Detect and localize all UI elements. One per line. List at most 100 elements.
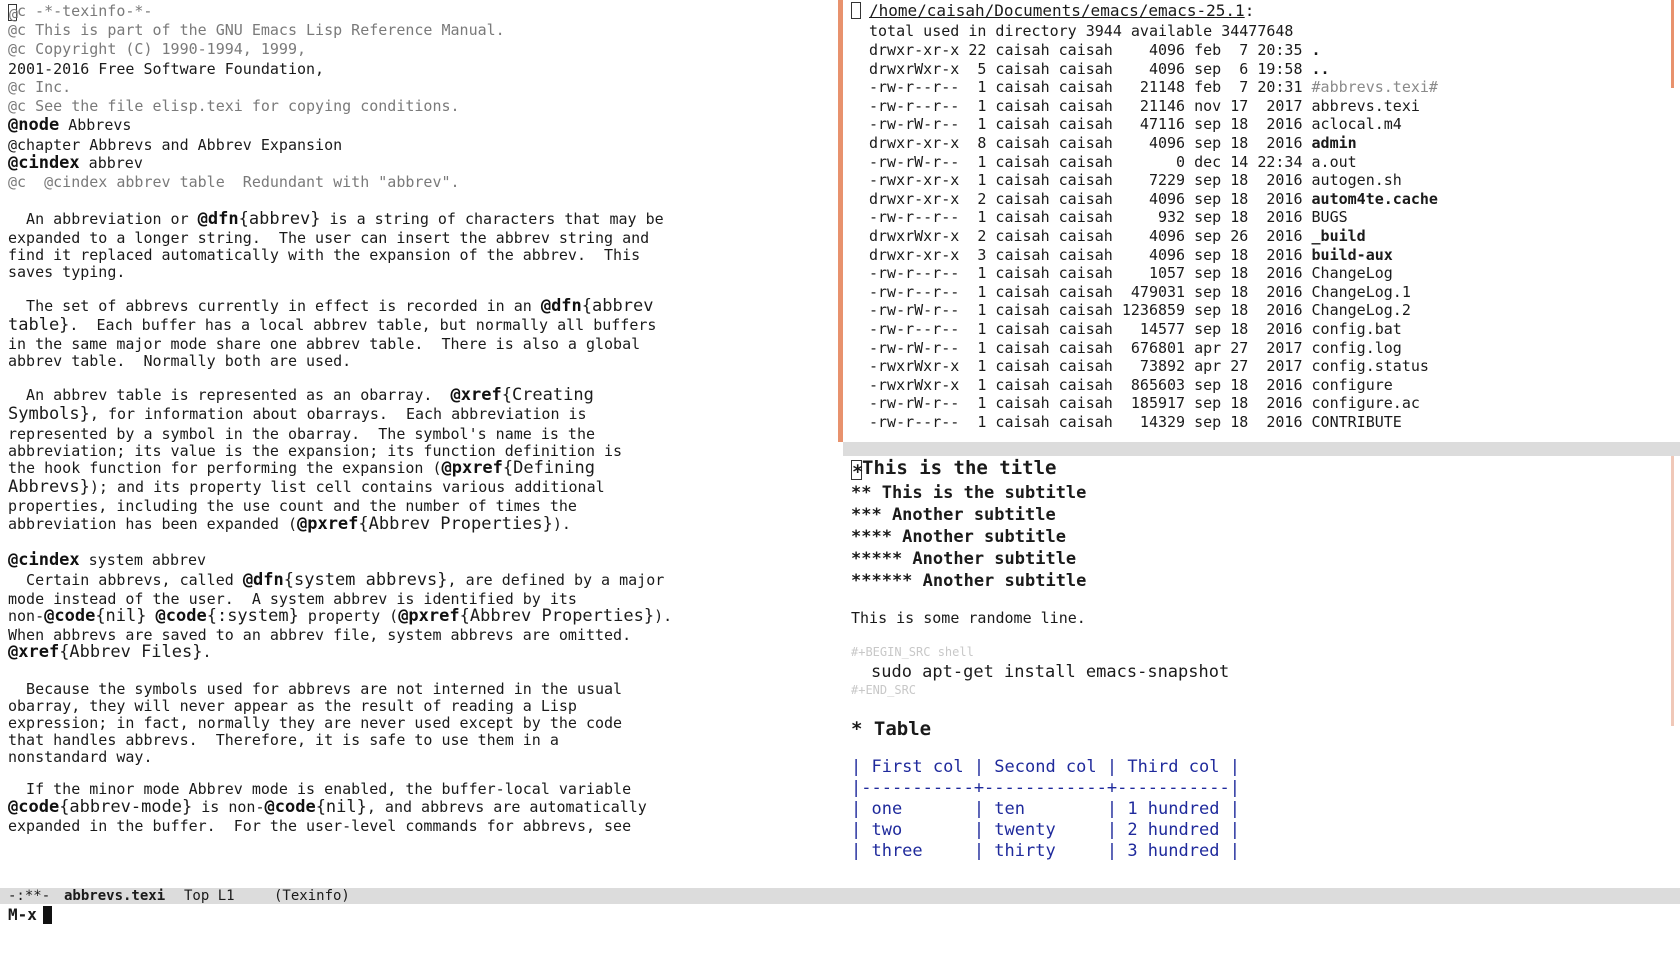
buffer-line: expanded in the buffer. For the user-lev… [8, 817, 632, 835]
org-heading-5[interactable]: ***** Another subtitle [851, 549, 1076, 569]
dired-file-name[interactable]: aclocal.m4 [1312, 115, 1402, 133]
modeline-buffer-name[interactable]: abbrevs.texi [64, 888, 165, 904]
org-table-row[interactable]: | three | thirty | 3 hundred | [851, 841, 1240, 861]
org-heading-6[interactable]: ****** Another subtitle [851, 571, 1086, 591]
org-heading-2[interactable]: ** This is the subtitle [851, 483, 1086, 503]
buffer-line: 2001-2016 Free Software Foundation, [8, 60, 325, 78]
dired-file-row[interactable]: -rwxrWxr-x 1 caisah caisah 865603 sep 18… [869, 376, 1393, 395]
dired-file-row[interactable]: -rw-rW-r-- 1 caisah caisah 185917 sep 18… [869, 394, 1420, 413]
dired-file-name[interactable]: .. [1312, 60, 1330, 78]
dired-file-name[interactable]: CONTRIBUTE [1312, 413, 1402, 431]
buffer-line: non-@code{nil} @code{:system} property (… [8, 606, 673, 626]
dired-file-name[interactable]: ChangeLog [1312, 264, 1393, 282]
dired-file-attrs: -rw-r--r-- 1 caisah caisah 21148 feb 7 2… [869, 78, 1312, 97]
buffer-line: saves typing. [8, 263, 126, 281]
org-table-rule: |-----------+------------+-----------| [851, 778, 1240, 798]
minibuffer[interactable]: M-x [8, 905, 52, 925]
dired-file-name[interactable]: . [1312, 41, 1321, 59]
dired-file-name[interactable]: a.out [1312, 153, 1357, 171]
org-end-src: #+END_SRC [851, 683, 917, 697]
dired-file-name[interactable]: build-aux [1312, 246, 1393, 264]
point-cursor: @ [8, 4, 19, 23]
dired-file-name[interactable]: BUGS [1312, 208, 1348, 226]
buffer-line: @node Abbrevs [8, 115, 132, 135]
dired-file-attrs: -rw-r--r-- 1 caisah caisah 14577 sep 18 … [869, 320, 1312, 338]
buffer-line: @c @cindex abbrev table Redundant with "… [8, 173, 460, 191]
dired-file-attrs: drwxr-xr-x 22 caisah caisah 4096 feb 7 2… [869, 41, 1312, 59]
dired-file-attrs: -rw-r--r-- 1 caisah caisah 21146 nov 17 … [869, 96, 1312, 115]
dired-file-row[interactable]: -rw-r--r-- 1 caisah caisah 1057 sep 18 2… [869, 264, 1393, 283]
dired-file-name[interactable]: autom4te.cache [1312, 190, 1438, 208]
dired-file-attrs: -rw-r--r-- 1 caisah caisah 479031 sep 18… [869, 282, 1312, 301]
dired-file-row[interactable]: drwxrWxr-x 5 caisah caisah 4096 sep 6 19… [869, 60, 1330, 79]
dired-file-row[interactable]: -rw-r--r-- 1 caisah caisah 479031 sep 18… [869, 283, 1411, 302]
buffer-line: abbrev table. Normally both are used. [8, 352, 352, 370]
modeline-major-mode[interactable]: (Texinfo) [274, 888, 350, 904]
org-src-code: sudo apt-get install emacs-snapshot [871, 662, 1230, 682]
dired-file-row[interactable]: drwxr-xr-x 3 caisah caisah 4096 sep 18 2… [869, 246, 1393, 265]
org-text-line: This is some randome line. [851, 609, 1086, 627]
buffer-line: @c This is part of the GNU Emacs Lisp Re… [8, 21, 505, 39]
mode-line[interactable]: -:**- abbrevs.texi Top L1 (Texinfo) [0, 888, 1680, 904]
buffer-line: @c Inc. [8, 78, 72, 96]
dired-file-row[interactable]: drwxrWxr-x 2 caisah caisah 4096 sep 26 2… [869, 227, 1366, 246]
org-heading-4[interactable]: **** Another subtitle [851, 527, 1066, 547]
dired-file-attrs: -rw-rW-r-- 1 caisah caisah 47116 sep 18 … [869, 115, 1312, 134]
buffer-line: An abbreviation or @dfn{abbrev} is a str… [8, 209, 664, 229]
org-table-row[interactable]: | one | ten | 1 hundred | [851, 799, 1240, 819]
scrollbar[interactable] [1671, 0, 1674, 88]
dired-file-row[interactable]: -rw-rW-r-- 1 caisah caisah 0 dec 14 22:3… [869, 153, 1357, 172]
dired-file-row[interactable]: drwxr-xr-x 22 caisah caisah 4096 feb 7 2… [869, 41, 1321, 60]
org-buffer-window[interactable]: *This is the title ** This is the subtit… [843, 456, 1680, 888]
modeline-status: -:**- [8, 888, 51, 904]
dired-file-row[interactable]: -rw-r--r-- 1 caisah caisah 14577 sep 18 … [869, 320, 1402, 339]
dired-file-row[interactable]: -rw-rW-r-- 1 caisah caisah 1236859 sep 1… [869, 301, 1411, 320]
org-heading-3[interactable]: *** Another subtitle [851, 505, 1056, 525]
dired-file-row[interactable]: -rw-rW-r-- 1 caisah caisah 47116 sep 18 … [869, 115, 1402, 134]
dired-window[interactable]: /home/caisah/Documents/emacs/emacs-25.1:… [843, 0, 1680, 442]
scrollbar[interactable] [1671, 456, 1674, 726]
org-begin-src: #+BEGIN_SRC shell [851, 645, 974, 659]
dired-file-attrs: -rw-r--r-- 1 caisah caisah 14329 sep 18 … [869, 413, 1312, 431]
buffer-line: the hook function for performing the exp… [8, 458, 596, 478]
dired-file-row[interactable]: -rw-r--r-- 1 caisah caisah 932 sep 18 20… [869, 208, 1348, 227]
dired-file-row[interactable]: drwxr-xr-x 8 caisah caisah 4096 sep 18 2… [869, 134, 1357, 153]
texinfo-buffer-window[interactable]: @c -*-texinfo-*- @c This is part of the … [0, 0, 838, 888]
window-divider-horizontal[interactable] [843, 442, 1680, 456]
buffer-line: Abbrevs}); and its property list cell co… [8, 477, 605, 497]
dired-file-name[interactable]: config.bat [1312, 320, 1402, 338]
dired-file-attrs: -rwxrWxr-x 1 caisah caisah 73892 apr 27 … [869, 357, 1312, 376]
dired-file-name[interactable]: _build [1312, 227, 1366, 245]
dired-file-name[interactable]: admin [1312, 134, 1357, 152]
dired-file-name[interactable]: config.log [1312, 339, 1402, 357]
dired-file-attrs: -rwxrWxr-x 1 caisah caisah 865603 sep 18… [869, 375, 1312, 394]
buffer-line: @cindex system abbrev [8, 550, 207, 570]
dired-file-name[interactable]: abbrevs.texi [1312, 97, 1420, 115]
dired-file-row[interactable]: -rw-r--r-- 1 caisah caisah 21148 feb 7 2… [869, 78, 1438, 97]
buffer-line: @code{abbrev-mode} is non-@code{nil}, an… [8, 797, 647, 817]
dired-file-name[interactable]: autogen.sh [1312, 171, 1402, 189]
dired-file-name[interactable]: config.status [1312, 357, 1429, 375]
dired-file-name[interactable]: configure [1312, 376, 1393, 394]
dired-file-name[interactable]: #abbrevs.texi# [1312, 78, 1438, 96]
dired-file-attrs: -rw-rW-r-- 1 caisah caisah 0 dec 14 22:3… [869, 152, 1312, 171]
dired-file-name[interactable]: ChangeLog.1 [1312, 283, 1411, 301]
org-heading-1[interactable]: *This is the title [851, 457, 1056, 483]
org-heading-table[interactable]: * Table [851, 718, 931, 740]
buffer-line: Symbols}, for information about obarrays… [8, 404, 587, 424]
dired-path[interactable]: /home/caisah/Documents/emacs/emacs-25.1 [869, 1, 1245, 20]
dired-file-row[interactable]: -rwxr-xr-x 1 caisah caisah 7229 sep 18 2… [869, 171, 1402, 190]
org-table-header[interactable]: | First col | Second col | Third col | [851, 757, 1240, 777]
dired-file-name[interactable]: ChangeLog.2 [1312, 301, 1411, 319]
org-table-row[interactable]: | two | twenty | 2 hundred | [851, 820, 1240, 840]
dired-file-name[interactable]: configure.ac [1312, 394, 1420, 412]
dired-file-attrs: -rw-r--r-- 1 caisah caisah 932 sep 18 20… [869, 208, 1312, 227]
buffer-line: nonstandard way. [8, 748, 153, 766]
dired-file-row[interactable]: drwxr-xr-x 2 caisah caisah 4096 sep 18 2… [869, 190, 1438, 209]
dired-file-row[interactable]: -rw-r--r-- 1 caisah caisah 21146 nov 17 … [869, 97, 1420, 116]
dired-file-row[interactable]: -rw-rW-r-- 1 caisah caisah 676801 apr 27… [869, 339, 1402, 358]
dired-file-row[interactable]: -rwxrWxr-x 1 caisah caisah 73892 apr 27 … [869, 357, 1429, 376]
dired-file-attrs: -rw-rW-r-- 1 caisah caisah 185917 sep 18… [869, 394, 1312, 413]
dired-file-row[interactable]: -rw-r--r-- 1 caisah caisah 14329 sep 18 … [869, 413, 1402, 432]
buffer-line: Certain abbrevs, called @dfn{system abbr… [8, 570, 665, 590]
